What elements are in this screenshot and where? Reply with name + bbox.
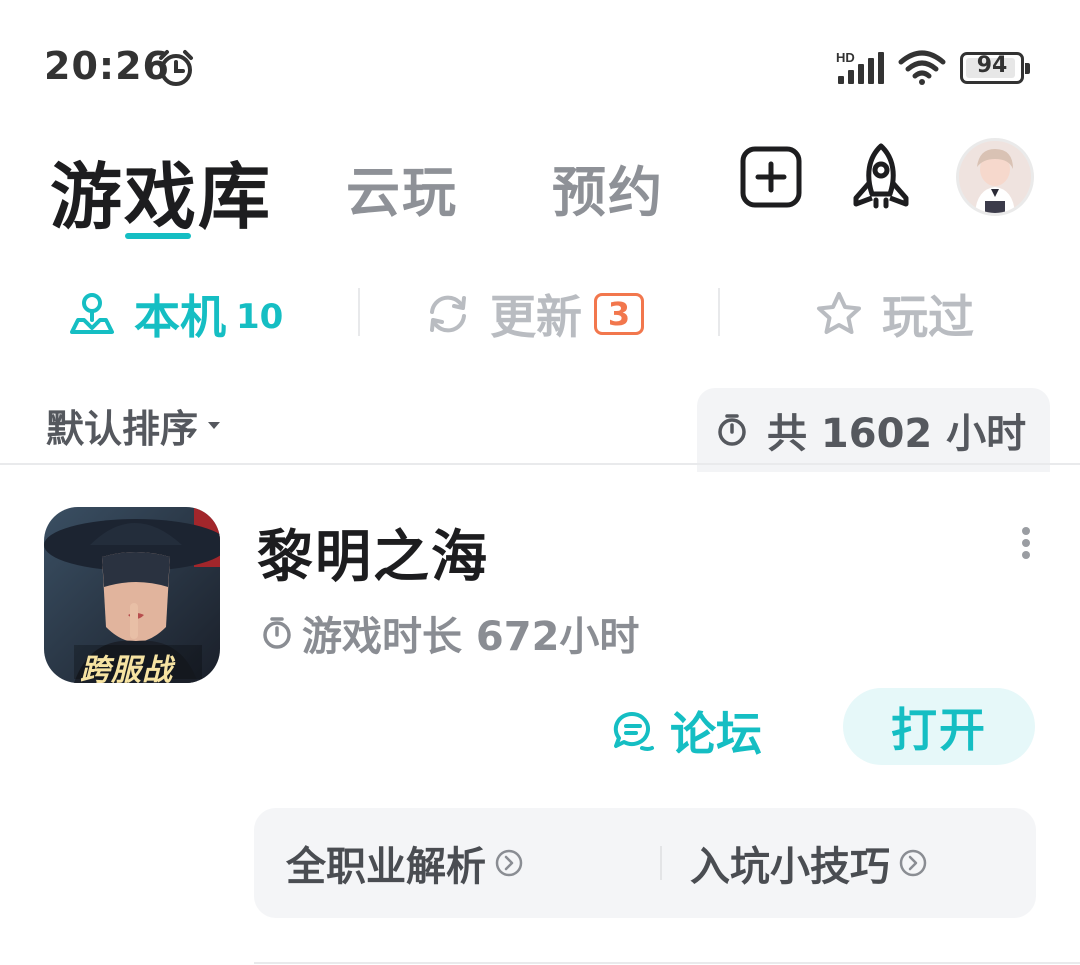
game-icon-caption: 跨服战 [80,653,173,683]
forum-chat-icon [613,711,654,751]
chevron-right-circle-icon [495,849,523,877]
guide-label: 入坑小技巧 [690,844,890,890]
signal-icon: HD [836,50,884,84]
wifi-icon [898,50,946,85]
open-game-button[interactable]: 打开 [843,688,1035,765]
section-divider [0,463,1080,465]
guide-links: 全职业解析 入坑小技巧 [254,808,1036,918]
forum-label: 论坛 [670,707,762,761]
avatar-image [959,141,1031,213]
game-icon[interactable]: 跨服战 [44,507,220,683]
status-time: 20:26 [44,44,170,88]
subtab-update-label: 更新 [490,290,582,344]
forum-button[interactable]: 论坛 [610,698,762,764]
star-icon [817,292,861,334]
more-options-icon[interactable] [1020,526,1032,560]
subtab-played[interactable]: 玩过 [814,284,974,344]
guide-divider [660,846,662,880]
subtab-update[interactable]: 更新 3 [424,284,644,344]
rocket-icon[interactable] [846,142,916,212]
update-count-badge: 3 [594,293,644,335]
chevron-right-circle-icon [899,849,927,877]
subtab-local-label: 本机 [134,290,226,344]
tab-game-library[interactable]: 游戏库 [50,138,272,243]
timer-icon [263,617,291,649]
subtab-divider [358,288,360,336]
tab-cloud-play[interactable]: 云玩 [346,148,458,227]
location-person-icon [70,293,114,334]
active-tab-indicator [125,233,191,239]
game-playtime-text: 游戏时长 672小时 [302,614,640,660]
game-playtime: 游戏时长 672小时 [260,604,639,662]
subtab-local[interactable]: 本机 10 [68,284,283,344]
sort-label: 默认排序 [46,407,199,451]
list-divider [254,962,1080,964]
battery-text: 94 [976,53,1008,78]
total-playtime-text: 共 1602 小时 [767,411,1027,457]
sort-dropdown[interactable]: 默认排序 [46,398,221,453]
refresh-icon [430,295,466,333]
guide-label: 全职业解析 [286,844,486,890]
alarm-icon [159,50,193,86]
guide-link-class-analysis[interactable]: 全职业解析 [286,808,524,918]
subtab-divider [718,288,720,336]
timer-icon [718,414,746,446]
tab-reservations[interactable]: 预约 [552,148,664,227]
battery-icon: 94 [960,52,1030,84]
caret-down-icon [208,422,221,429]
game-title[interactable]: 黎明之海 [257,512,489,593]
network-label: HD [836,50,855,65]
status-bar: 20:26 HD 94 [0,0,1080,130]
subtab-local-count: 10 [236,297,284,337]
avatar[interactable] [956,138,1034,216]
guide-link-beginner-tips[interactable]: 入坑小技巧 [690,808,928,918]
subtab-played-label: 玩过 [882,290,974,344]
add-icon[interactable] [740,146,802,208]
total-playtime-chip: 共 1602 小时 [697,388,1050,472]
